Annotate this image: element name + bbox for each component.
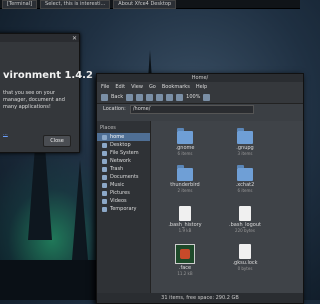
taskbar-item-terminal[interactable]: [Terminal]: [2, 0, 38, 9]
text-file-icon: [179, 206, 191, 221]
folder-icon: [177, 165, 193, 181]
sidebar-item-temporary[interactable]: Temporary: [97, 205, 150, 213]
file-grid: .gnome 6 items .gnupg 3 items thunderbir…: [151, 121, 303, 293]
desktop-icon: [102, 142, 107, 148]
home-icon: [102, 134, 107, 140]
top-panel: [Terminal] Select, this is interesti... …: [0, 0, 300, 9]
toolbar: Back 100%: [97, 91, 303, 104]
trash-icon: [102, 166, 107, 172]
up-arrow-icon[interactable]: [136, 93, 144, 101]
menu-help[interactable]: Help: [196, 84, 207, 90]
window-title: Home/: [97, 74, 303, 82]
text-file-icon: [239, 206, 251, 221]
location-bar: Location: /home/: [97, 104, 303, 114]
sidebar-item-trash[interactable]: Trash: [97, 165, 150, 173]
file-item[interactable]: .gnome 6 items: [161, 128, 209, 156]
zoom-out-icon[interactable]: [176, 93, 184, 101]
about-title: vironment 1.4.2: [3, 70, 93, 81]
file-manager-window: Home/ File Edit View Go Bookmarks Help B…: [96, 73, 304, 304]
back-button[interactable]: Back: [111, 94, 123, 100]
close-icon[interactable]: ✕: [72, 35, 77, 42]
reload-icon[interactable]: [146, 93, 154, 101]
sidebar-heading: Places: [100, 125, 116, 131]
sidebar-item-videos[interactable]: Videos: [97, 197, 150, 205]
file-item[interactable]: .bash_logout 220 bytes: [221, 206, 269, 233]
sidebar-item-desktop[interactable]: Desktop: [97, 141, 150, 149]
about-description: that you see on your manager, document a…: [3, 90, 65, 110]
sidebar: Places home Desktop File System Network …: [97, 121, 151, 293]
taskbar-item-browser[interactable]: Select, this is interesti...: [40, 0, 111, 9]
back-arrow-icon[interactable]: [101, 93, 108, 101]
close-button[interactable]: Close: [43, 135, 71, 147]
menu-go[interactable]: Go: [149, 84, 156, 90]
file-item[interactable]: .face 11.2 kB: [161, 244, 209, 276]
file-item[interactable]: .bash_history 1.9 kB: [161, 206, 209, 233]
file-item[interactable]: .xchat2 6 items: [221, 165, 269, 193]
sidebar-item-music[interactable]: Music: [97, 181, 150, 189]
folder-icon: [177, 128, 193, 144]
drive-icon: [102, 150, 107, 156]
folder-icon: [237, 128, 253, 144]
about-titlebar: ✕: [0, 34, 79, 42]
folder-icon: [102, 182, 107, 188]
folder-icon: [102, 174, 107, 180]
zoom-in-icon[interactable]: [203, 93, 211, 101]
computer-icon[interactable]: [166, 93, 174, 101]
folder-icon: [102, 198, 107, 204]
location-input[interactable]: /home/: [129, 104, 254, 114]
network-icon: [102, 158, 107, 164]
location-label: Location:: [103, 106, 126, 112]
menu-edit[interactable]: Edit: [115, 84, 125, 90]
sidebar-item-documents[interactable]: Documents: [97, 173, 150, 181]
home-icon[interactable]: [156, 93, 164, 101]
folder-icon: [237, 165, 253, 181]
status-bar: 31 items, free space: 290.2 GB: [97, 293, 303, 303]
folder-icon: [102, 190, 107, 196]
sidebar-item-home[interactable]: home: [97, 133, 150, 141]
file-manager-body: Places home Desktop File System Network …: [97, 121, 303, 293]
menu-bar: File Edit View Go Bookmarks Help: [97, 82, 303, 91]
about-dialog: ✕ vironment 1.4.2 that you see on your m…: [0, 33, 93, 153]
menu-view[interactable]: View: [131, 84, 143, 90]
file-item[interactable]: .gnupg 3 items: [221, 128, 269, 156]
image-thumbnail-icon: [175, 244, 195, 264]
about-link[interactable]: ...: [3, 131, 8, 137]
zoom-level: 100%: [186, 94, 201, 100]
sidebar-item-pictures[interactable]: Pictures: [97, 189, 150, 197]
menu-bookmarks[interactable]: Bookmarks: [162, 84, 190, 90]
folder-icon: [102, 206, 107, 212]
text-file-icon: [239, 244, 251, 259]
forward-arrow-icon[interactable]: [126, 93, 134, 101]
file-item[interactable]: thunderbird 2 items: [161, 165, 209, 193]
menu-file[interactable]: File: [101, 84, 109, 90]
sidebar-item-filesystem[interactable]: File System: [97, 149, 150, 157]
file-item[interactable]: .gksu.lock 0 bytes: [221, 244, 269, 271]
sidebar-item-network[interactable]: Network: [97, 157, 150, 165]
taskbar-item-about[interactable]: About Xfce4 Desktop: [113, 0, 177, 9]
